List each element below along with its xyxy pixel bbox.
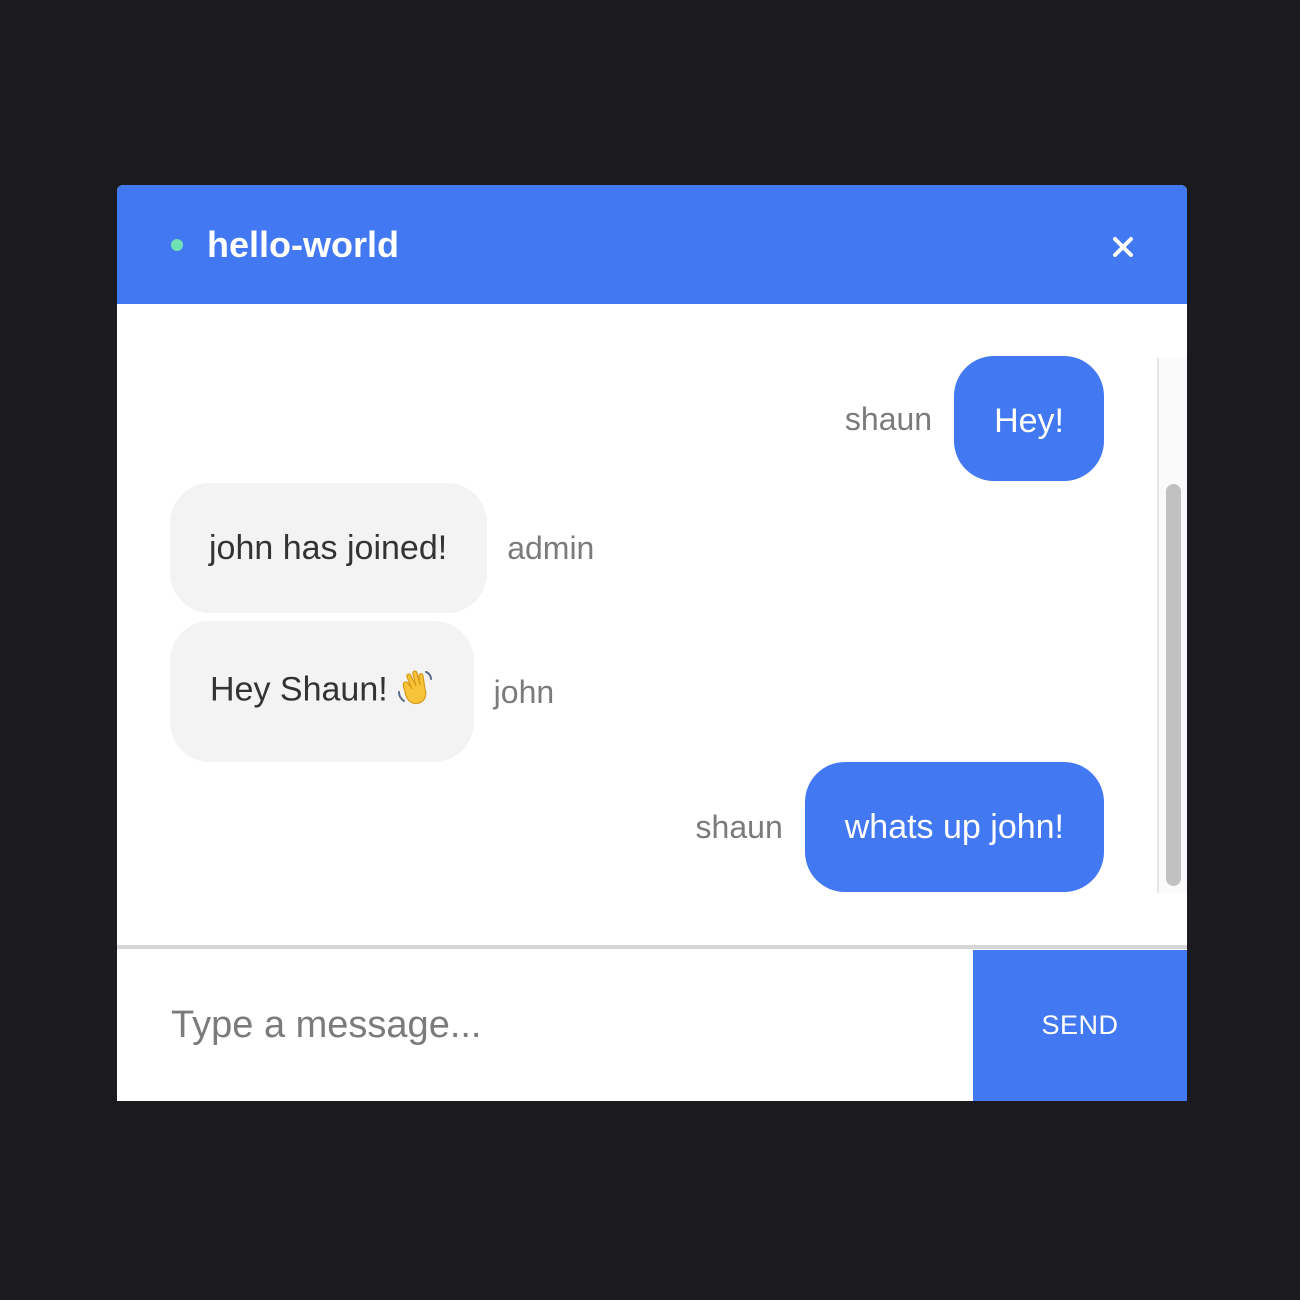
send-button[interactable]: SEND [973,950,1187,1101]
message-text: Hey Shaun! [210,670,388,709]
message-item: shaun Hey! [845,356,1104,481]
message-author: john [493,673,555,710]
messages-list[interactable]: shaun Hey! john has joined! admin Hey Sh… [117,304,1187,947]
close-button[interactable] [1105,229,1141,265]
chat-header: hello-world [117,185,1187,304]
composer-divider [117,945,1187,949]
message-input[interactable] [117,950,973,1101]
close-icon [1113,237,1133,257]
message-bubble: john has joined! [170,483,488,613]
message-bubble: whats up john! [804,762,1104,892]
message-item: Hey Shaun! john [170,621,554,762]
message-author: shaun [844,400,933,437]
message-bubble: Hey! [954,356,1104,481]
scrollbar-thumb[interactable] [1166,484,1181,886]
room-name: hello-world [207,224,399,265]
message-item: shaun whats up john! [696,762,1104,892]
message-author: admin [507,530,595,566]
chat-window: hello-world shaun Hey! john has joined! … [117,185,1187,1101]
message-item: john has joined! admin [170,483,594,613]
online-status-dot [171,239,183,251]
scrollbar-track[interactable] [1157,358,1187,893]
waving-hand-icon [396,668,434,715]
message-author: shaun [695,809,783,845]
message-bubble: Hey Shaun! [170,621,474,762]
